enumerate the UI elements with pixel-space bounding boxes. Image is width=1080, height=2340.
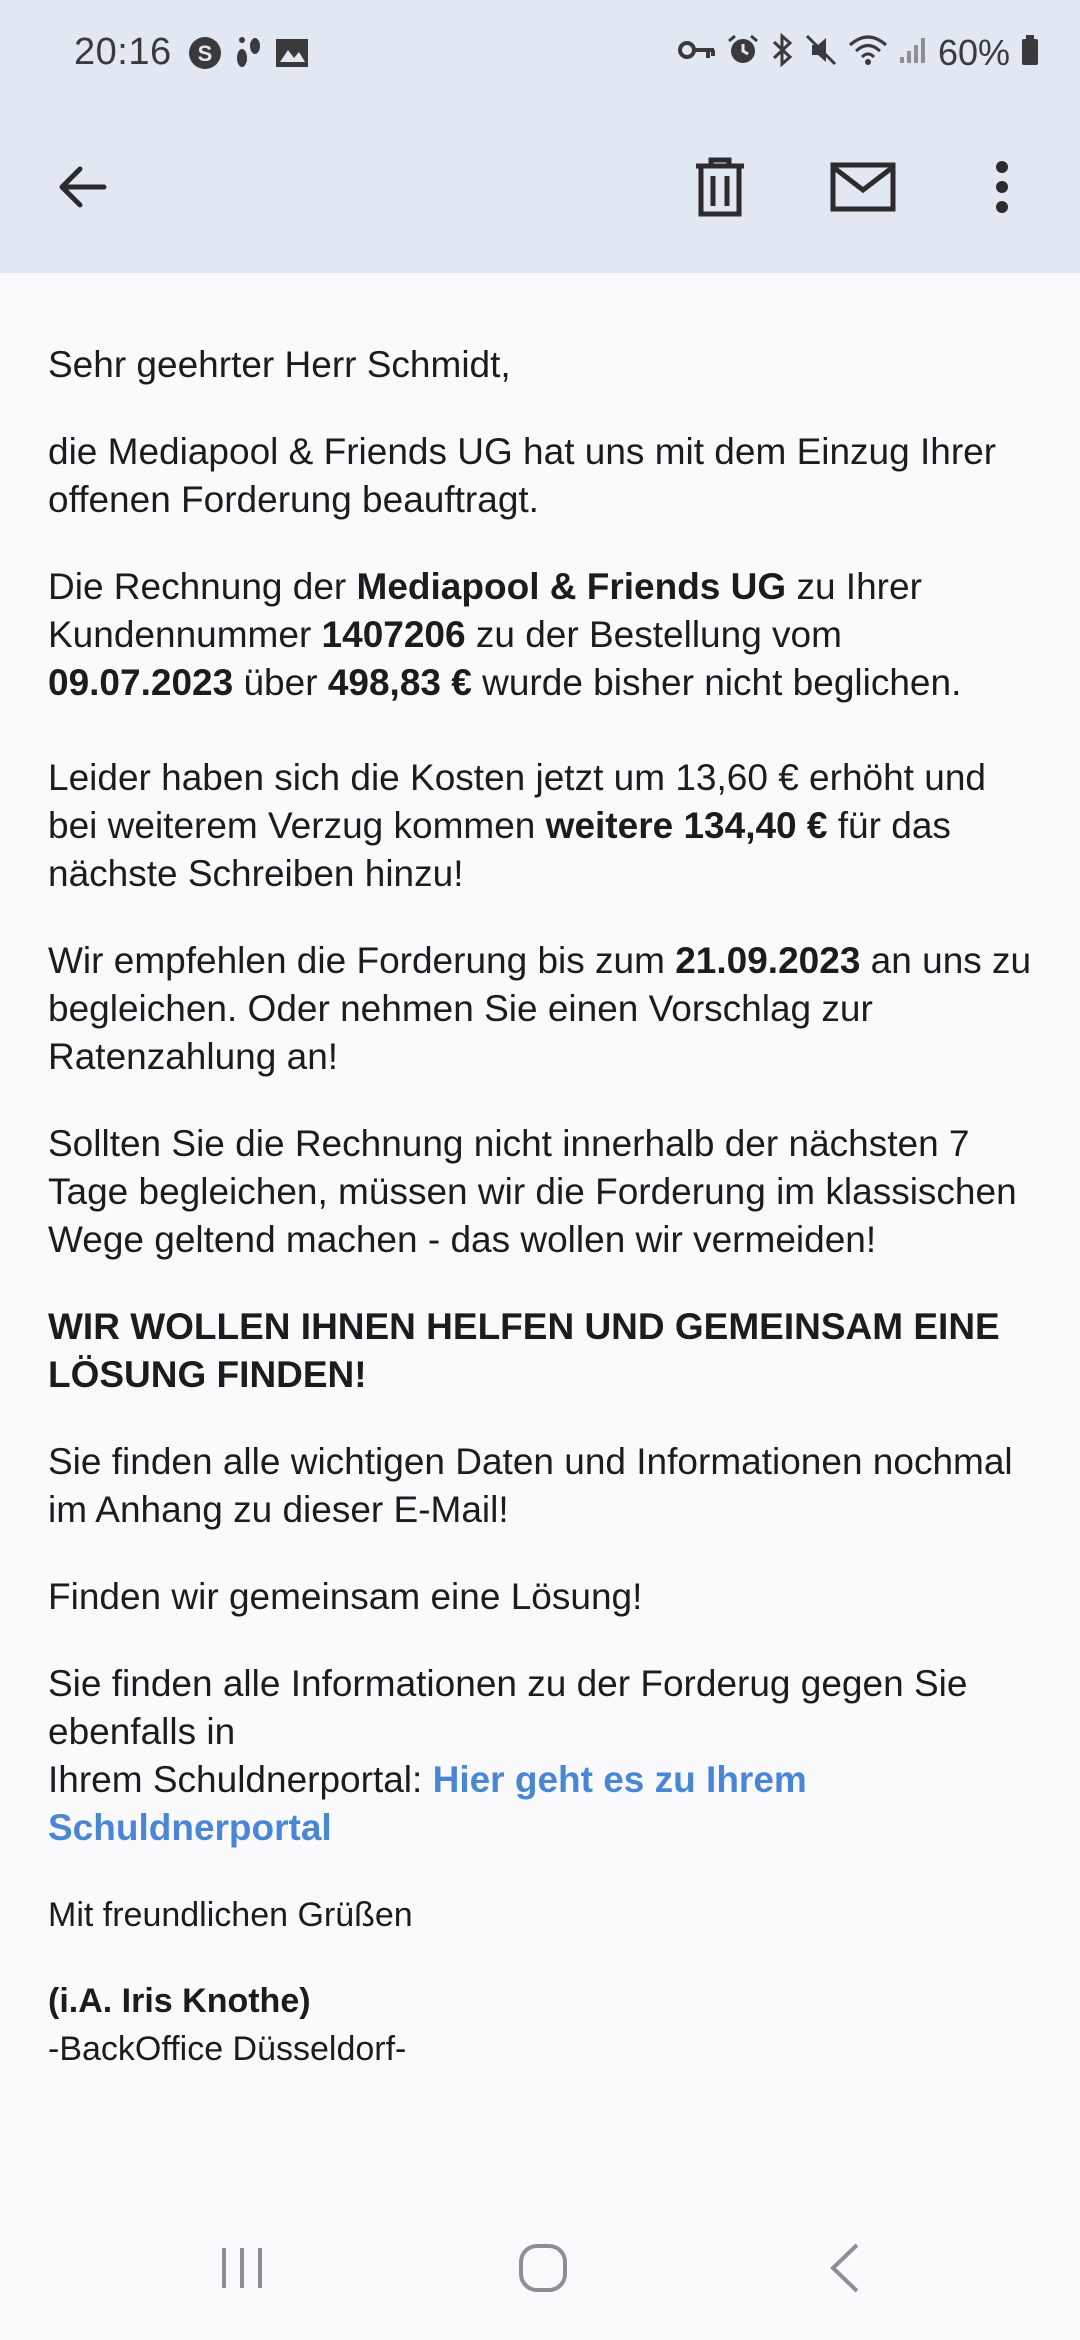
- gallery-icon: [274, 36, 310, 70]
- paragraph-attachment: Sie finden alle wichtigen Daten und Info…: [48, 1441, 1013, 1530]
- wifi-icon: [848, 33, 888, 72]
- text: zu der Bestellung vom: [465, 614, 842, 655]
- order-date: 09.07.2023: [48, 662, 234, 703]
- text: über: [233, 662, 328, 703]
- status-bar: 20:16 S 60%: [0, 0, 1080, 105]
- envelope-icon: [830, 162, 896, 217]
- deadline-date: 21.09.2023: [675, 940, 861, 981]
- email-toolbar: [0, 105, 1080, 273]
- paragraph-portal: Sie finden alle Informationen zu der For…: [48, 1660, 1032, 1852]
- system-navbar: [0, 2200, 1080, 2340]
- closing: Mit freundlichen Grüßen: [48, 1896, 413, 1934]
- invoice-amount: 498,83 €: [327, 662, 472, 703]
- greeting: Sehr geehrter Herr Schmidt,: [48, 344, 511, 385]
- email-body: Sehr geehrter Herr Schmidt, die Mediapoo…: [0, 273, 1080, 2072]
- alarm-icon: [726, 33, 760, 72]
- svg-text:S: S: [197, 41, 212, 66]
- paragraph-help-headline: WIR WOLLEN IHNEN HELFEN UND GEMEINSAM EI…: [48, 1306, 1000, 1395]
- status-icons: 60%: [677, 31, 1040, 74]
- more-vert-icon: [994, 160, 1010, 219]
- skype-icon: S: [188, 36, 222, 70]
- vpn-key-icon: [677, 38, 716, 67]
- text: Sie finden alle Informationen zu der For…: [48, 1663, 968, 1752]
- text: wurde bisher nicht beglichen.: [471, 662, 962, 703]
- trash-icon: [693, 156, 747, 223]
- more-options-button[interactable]: [954, 141, 1050, 237]
- chevron-left-icon: [827, 2241, 863, 2300]
- home-icon: [518, 2243, 568, 2298]
- paragraph-deadline: Wir empfehlen die Forderung bis zum 21.0…: [48, 937, 1032, 1081]
- paragraph-intro: die Mediapool & Friends UG hat uns mit d…: [48, 431, 997, 520]
- footprint-icon: [232, 36, 264, 70]
- recent-apps-icon: [217, 2243, 267, 2298]
- mute-icon: [804, 33, 838, 72]
- bluetooth-icon: [770, 32, 794, 72]
- system-back-button[interactable]: [795, 2230, 895, 2310]
- back-button[interactable]: [34, 141, 130, 237]
- signal-icon: [898, 35, 928, 70]
- signature-name: (i.A. Iris Knothe): [48, 1982, 311, 2020]
- home-button[interactable]: [493, 2230, 593, 2310]
- arrow-left-icon: [54, 159, 110, 220]
- battery-icon: [1020, 34, 1040, 71]
- battery-percent: 60%: [937, 31, 1010, 73]
- customer-number: 1407206: [321, 614, 466, 655]
- paragraph-invoice: Die Rechnung der Mediapool & Friends UG …: [48, 563, 1032, 707]
- status-time: 20:16: [74, 31, 172, 73]
- paragraph-warning: Sollten Sie die Rechnung nicht innerhalb…: [48, 1123, 1017, 1260]
- extra-costs: weitere 134,40 €: [545, 805, 828, 846]
- recent-apps-button[interactable]: [192, 2230, 292, 2310]
- company-name: Mediapool & Friends UG: [356, 566, 787, 607]
- signature-department: -BackOffice Düsseldorf-: [48, 2030, 407, 2068]
- text: Wir empfehlen die Forderung bis zum: [48, 940, 676, 981]
- mark-unread-button[interactable]: [815, 141, 911, 237]
- paragraph-costs: Leider haben sich die Kosten jetzt um 13…: [48, 754, 1032, 898]
- paragraph-solution: Finden wir gemeinsam eine Lösung!: [48, 1576, 643, 1617]
- text: Die Rechnung der: [48, 566, 357, 607]
- text: Ihrem Schuldnerportal:: [48, 1759, 433, 1800]
- delete-button[interactable]: [672, 141, 768, 237]
